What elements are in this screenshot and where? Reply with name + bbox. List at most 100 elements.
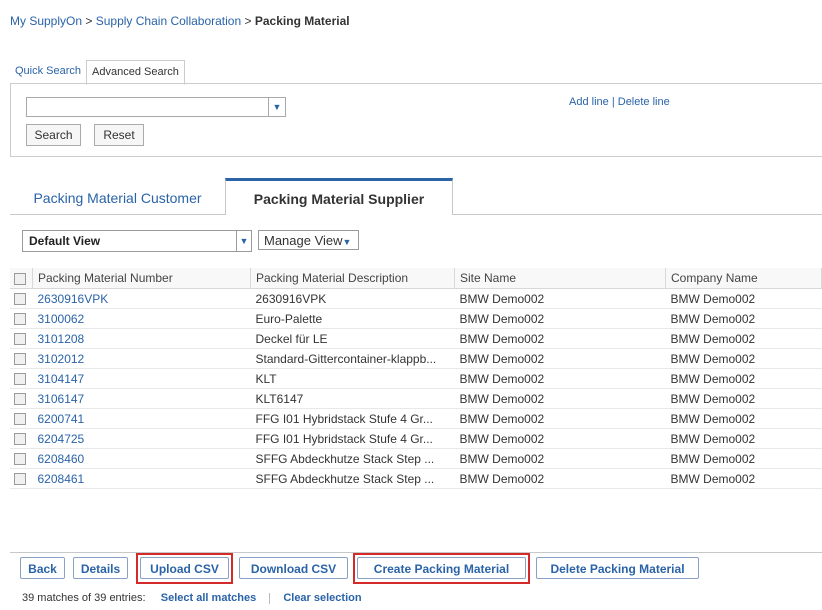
cell-packing-material-number[interactable]: 6200741 (32, 408, 251, 429)
row-select-cell (10, 388, 33, 409)
breadcrumb-separator: > (85, 14, 93, 28)
row-select-cell (10, 468, 33, 489)
table-row[interactable]: 3102012 Standard-Gittercontainer-klappb..… (10, 348, 822, 369)
column-header[interactable]: Packing Material Description (250, 268, 455, 289)
table-row[interactable]: 6208460 SFFG Abdeckhutze Stack Step ... BM… (10, 448, 822, 469)
cell-packing-material-number[interactable]: 2630916VPK (32, 288, 251, 309)
cell-description: SFFG Abdeckhutze Stack Step ... (250, 448, 455, 469)
chevron-down-icon[interactable]: ▼ (236, 231, 251, 251)
column-header[interactable]: Site Name (454, 268, 666, 289)
cell-site-name: BMW Demo002 (454, 288, 666, 309)
cell-site-name: BMW Demo002 (454, 348, 666, 369)
cell-company-name: BMW Demo002 (665, 328, 822, 349)
breadcrumb-current: Packing Material (254, 14, 350, 28)
breadcrumb-supply-chain-collaboration[interactable]: Supply Chain Collaboration (96, 14, 241, 28)
select-all-checkbox[interactable] (14, 272, 26, 285)
row-checkbox[interactable] (14, 413, 26, 426)
search-button[interactable]: Search (26, 124, 81, 146)
tab-packing-material-supplier[interactable]: Packing Material Supplier (225, 178, 453, 215)
clear-selection-link[interactable]: Clear selection (283, 592, 361, 604)
table-row[interactable]: 3104147 KLT BMW Demo002 BMW Demo002 (10, 368, 822, 389)
cell-description: 2630916VPK (250, 288, 455, 309)
breadcrumb-mysupplyon[interactable]: My SupplyOn (10, 14, 82, 28)
cell-packing-material-number[interactable]: 3106147 (32, 388, 251, 409)
table-row[interactable]: 3100062 Euro-Palette BMW Demo002 BMW Demo00… (10, 308, 822, 329)
row-checkbox[interactable] (14, 373, 26, 386)
cell-packing-material-number[interactable]: 3104147 (32, 368, 251, 389)
select-all-cell (10, 268, 33, 289)
cell-packing-material-number[interactable]: 3101208 (32, 328, 251, 349)
row-checkbox[interactable] (14, 333, 26, 346)
search-criteria-select[interactable]: ▼ (26, 97, 286, 117)
cell-site-name: BMW Demo002 (454, 448, 666, 469)
cell-site-name: BMW Demo002 (454, 428, 666, 449)
cell-packing-material-number[interactable]: 3102012 (32, 348, 251, 369)
cell-company-name: BMW Demo002 (665, 348, 822, 369)
view-select-value: Default View (29, 234, 101, 248)
status-separator (269, 592, 271, 604)
delete-line-link[interactable]: Delete line (618, 96, 670, 108)
select-all-matches-link[interactable]: Select all matches (161, 592, 256, 604)
row-checkbox[interactable] (14, 293, 26, 306)
tab-quick-search[interactable]: Quick Search (10, 60, 86, 83)
cell-description: KLT (250, 368, 455, 389)
row-checkbox[interactable] (14, 433, 26, 446)
row-select-cell (10, 308, 33, 329)
main-tabs: Packing Material Customer Packing Materi… (10, 178, 822, 215)
manage-view-button[interactable]: Manage View▼ (258, 230, 359, 250)
tab-advanced-search[interactable]: Advanced Search (86, 60, 185, 85)
tab-packing-material-customer[interactable]: Packing Material Customer (10, 178, 225, 214)
table-row[interactable]: 2630916VPK 2630916VPK BMW Demo002 BMW Demo0… (10, 288, 822, 309)
row-select-cell (10, 408, 33, 429)
chevron-down-icon[interactable]: ▼ (268, 98, 285, 116)
upload-csv-button[interactable]: Upload CSV (140, 557, 229, 579)
row-checkbox[interactable] (14, 393, 26, 406)
table-row[interactable]: 6200741 FFG I01 Hybridstack Stufe 4 Gr...… (10, 408, 822, 429)
cell-company-name: BMW Demo002 (665, 468, 822, 489)
cell-site-name: BMW Demo002 (454, 328, 666, 349)
add-line-link[interactable]: Add line (569, 96, 609, 108)
table-row[interactable]: 3101208 Deckel für LE BMW Demo002 BMW Demo0… (10, 328, 822, 349)
row-select-cell (10, 328, 33, 349)
details-button[interactable]: Details (73, 557, 128, 579)
cell-packing-material-number[interactable]: 6204725 (32, 428, 251, 449)
row-checkbox[interactable] (14, 353, 26, 366)
cell-site-name: BMW Demo002 (454, 468, 666, 489)
view-select[interactable]: Default View ▼ (22, 230, 252, 252)
reset-button[interactable]: Reset (94, 124, 144, 146)
row-checkbox[interactable] (14, 473, 26, 486)
cell-company-name: BMW Demo002 (665, 408, 822, 429)
row-select-cell (10, 288, 33, 309)
caret-down-icon: ▼ (342, 237, 352, 247)
cell-company-name: BMW Demo002 (665, 308, 822, 329)
table-row[interactable]: 6204725 FFG I01 Hybridstack Stufe 4 Gr...… (10, 428, 822, 449)
row-select-cell (10, 448, 33, 469)
cell-description: FFG I01 Hybridstack Stufe 4 Gr... (250, 428, 455, 449)
cell-company-name: BMW Demo002 (665, 428, 822, 449)
column-header[interactable]: Packing Material Number (32, 268, 251, 289)
download-csv-button[interactable]: Download CSV (239, 557, 348, 579)
cell-packing-material-number[interactable]: 6208460 (32, 448, 251, 469)
cell-description: Deckel für LE (250, 328, 455, 349)
cell-site-name: BMW Demo002 (454, 368, 666, 389)
row-select-cell (10, 348, 33, 369)
cell-site-name: BMW Demo002 (454, 408, 666, 429)
row-select-cell (10, 428, 33, 449)
cell-packing-material-number[interactable]: 3100062 (32, 308, 251, 329)
row-checkbox[interactable] (14, 453, 26, 466)
cell-packing-material-number[interactable]: 6208461 (32, 468, 251, 489)
cell-description: SFFG Abdeckhutze Stack Step ... (250, 468, 455, 489)
cell-description: Euro-Palette (250, 308, 455, 329)
status-bar: 39 matches of 39 entries: Select all mat… (22, 592, 362, 604)
create-packing-material-button[interactable]: Create Packing Material (357, 557, 526, 579)
line-ops-separator: | (611, 96, 615, 108)
search-tabs: Quick Search Advanced Search (10, 60, 185, 85)
column-header[interactable]: Company Name (665, 268, 822, 289)
delete-packing-material-button[interactable]: Delete Packing Material (536, 557, 699, 579)
back-button[interactable]: Back (20, 557, 65, 579)
table-row[interactable]: 6208461 SFFG Abdeckhutze Stack Step ... BM… (10, 468, 822, 489)
line-operations: Add line | Delete line (569, 96, 670, 108)
table-row[interactable]: 3106147 KLT6147 BMW Demo002 BMW Demo002 (10, 388, 822, 409)
row-checkbox[interactable] (14, 313, 26, 326)
packing-material-table: Packing Material Number Packing Material… (10, 268, 822, 489)
